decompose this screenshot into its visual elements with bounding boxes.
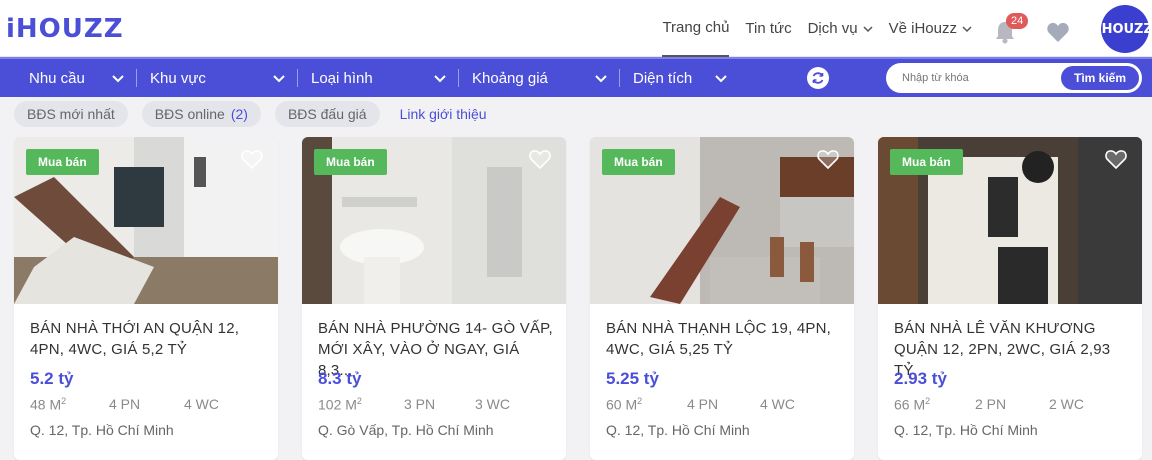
nav-item-news[interactable]: Tin tức <box>745 0 791 57</box>
avatar[interactable]: iHOUZZ <box>1097 5 1152 53</box>
listing-tag: Mua bán <box>26 149 99 175</box>
filter-label: Loại hình <box>311 69 373 87</box>
chevron-down-icon <box>715 75 727 83</box>
nav-item-services[interactable]: Dịch vụ <box>808 0 873 57</box>
chip-label: BĐS online <box>154 106 225 122</box>
listing-card[interactable]: Mua bán BÁN NHÀ THỚI AN QUẬN 12, 4PN, 4W… <box>14 137 278 460</box>
listing-price: 5.25 tỷ <box>606 369 659 388</box>
heart-icon[interactable] <box>1046 21 1070 43</box>
category-chips: BĐS mới nhất BĐS online (2) BĐS đấu giá … <box>14 101 487 127</box>
listing-area: 60 M2 <box>606 396 643 413</box>
listing-area: 102 M2 <box>318 396 362 413</box>
search-button[interactable]: Tìm kiếm <box>1061 66 1139 90</box>
filter-label: Diện tích <box>633 69 693 87</box>
chip-online[interactable]: BĐS online (2) <box>141 101 261 127</box>
nav-item-home[interactable]: Trang chủ <box>662 0 730 57</box>
listing-location: Q. 12, Tp. Hồ Chí Minh <box>606 422 750 438</box>
chip-newest[interactable]: BĐS mới nhất <box>14 101 128 127</box>
chevron-down-icon <box>595 75 607 83</box>
listing-area: 48 M2 <box>30 396 67 413</box>
listing-beds: 4 PN <box>109 396 141 412</box>
nav-item-label: Trang chủ <box>662 19 730 36</box>
listing-location: Q. 12, Tp. Hồ Chí Minh <box>894 422 1038 438</box>
intro-link[interactable]: Link giới thiệu <box>400 106 487 122</box>
heart-icon[interactable] <box>1104 148 1128 170</box>
listing-price: 8.3 tỷ <box>318 369 362 388</box>
listing-baths: 4 WC <box>184 396 219 412</box>
nav-item-label: Tin tức <box>745 20 792 37</box>
listing-beds: 2 PN <box>975 396 1007 412</box>
chevron-down-icon <box>962 25 972 32</box>
notification-badge: 24 <box>1006 13 1029 29</box>
brand-logo[interactable]: iHOUZZ <box>6 14 124 44</box>
chip-auction[interactable]: BĐS đấu giá <box>274 101 380 127</box>
nav-item-label: Dịch vụ <box>807 20 858 37</box>
search-box: Tìm kiếm <box>886 63 1142 93</box>
refresh-icon <box>812 72 824 84</box>
refresh-button[interactable] <box>807 67 829 89</box>
listing-tag: Mua bán <box>890 149 963 175</box>
chevron-down-icon <box>863 25 873 32</box>
listing-baths: 2 WC <box>1049 396 1084 412</box>
filter-type[interactable]: Loại hình <box>298 59 459 97</box>
listing-card[interactable]: Mua bán BÁN NHÀ PHƯỜNG 14- GÒ VẤP, MỚI X… <box>302 137 566 460</box>
listing-beds: 4 PN <box>687 396 719 412</box>
listing-card[interactable]: Mua bán BÁN NHÀ LÊ VĂN KHƯƠNG QUẬN 12, 2… <box>878 137 1142 460</box>
search-input[interactable] <box>902 69 1052 87</box>
listing-title[interactable]: BÁN NHÀ THỚI AN QUẬN 12, 4PN, 4WC, GIÁ 5… <box>30 318 265 360</box>
listing-location: Q. 12, Tp. Hồ Chí Minh <box>30 422 174 438</box>
listing-price: 5.2 tỷ <box>30 369 74 388</box>
filter-size[interactable]: Diện tích <box>620 59 740 97</box>
filter-area[interactable]: Khu vực <box>137 59 298 97</box>
heart-icon[interactable] <box>240 148 264 170</box>
listing-card[interactable]: Mua bán BÁN NHÀ THẠNH LỘC 19, 4PN, 4WC, … <box>590 137 854 460</box>
filter-demand[interactable]: Nhu cầu <box>0 59 137 97</box>
chevron-down-icon <box>273 75 285 83</box>
filter-price[interactable]: Khoảng giá <box>459 59 620 97</box>
filter-label: Nhu cầu <box>29 69 85 87</box>
listing-baths: 4 WC <box>760 396 795 412</box>
chevron-down-icon <box>112 75 124 83</box>
heart-icon[interactable] <box>816 148 840 170</box>
listing-beds: 3 PN <box>404 396 436 412</box>
listing-tag: Mua bán <box>602 149 675 175</box>
chevron-down-icon <box>434 75 446 83</box>
listing-baths: 3 WC <box>475 396 510 412</box>
chip-label: BĐS mới nhất <box>27 106 115 122</box>
listing-location: Q. Gò Vấp, Tp. Hồ Chí Minh <box>318 422 494 438</box>
nav-item-about[interactable]: Về iHouzz <box>889 0 972 57</box>
filter-bar: Nhu cầu Khu vực Loại hình Khoảng giá Diệ… <box>0 57 1152 97</box>
listing-title[interactable]: BÁN NHÀ THẠNH LỘC 19, 4PN, 4WC, GIÁ 5,25… <box>606 318 841 360</box>
filter-label: Khoảng giá <box>472 69 548 87</box>
main-nav: Trang chủ Tin tức Dịch vụ Về iHouzz <box>646 0 972 57</box>
listing-area: 66 M2 <box>894 396 931 413</box>
listing-tag: Mua bán <box>314 149 387 175</box>
chip-count: (2) <box>230 106 248 122</box>
filter-label: Khu vực <box>150 69 206 87</box>
nav-item-label: Về iHouzz <box>888 20 957 37</box>
heart-icon[interactable] <box>528 148 552 170</box>
chip-label: BĐS đấu giá <box>287 106 367 122</box>
top-header: iHOUZZ Trang chủ Tin tức Dịch vụ Về iHou… <box>0 0 1152 57</box>
listing-price: 2.93 tỷ <box>894 369 947 388</box>
